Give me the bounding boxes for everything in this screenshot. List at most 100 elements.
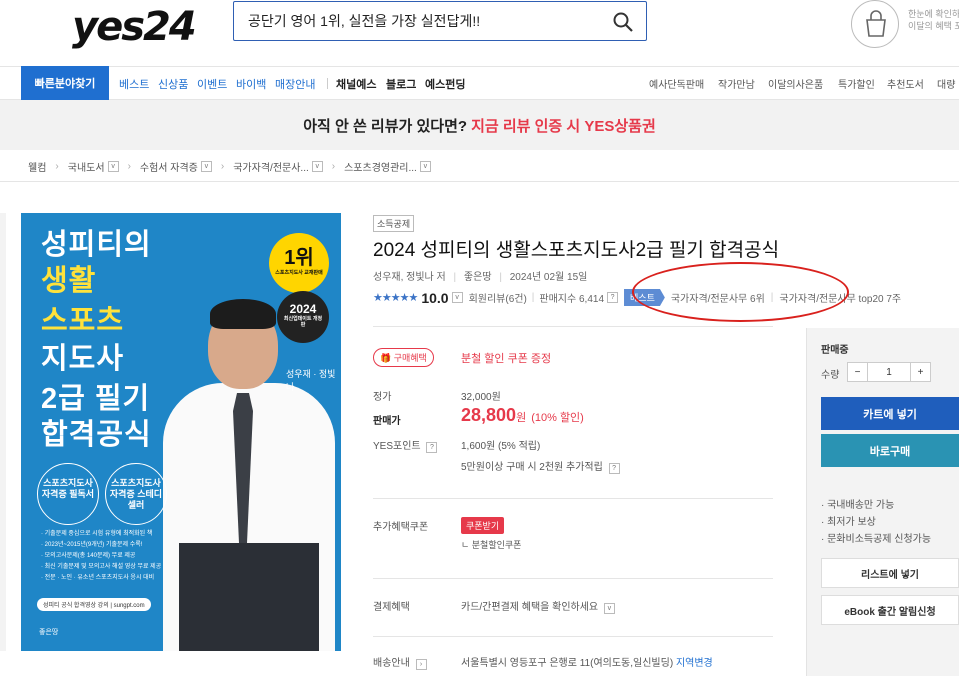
divider bbox=[373, 636, 773, 637]
prev-arrow-area[interactable] bbox=[0, 213, 6, 651]
rating-score: 10.0 bbox=[421, 289, 449, 306]
yes-point-label: YES포인트 ? bbox=[373, 437, 438, 453]
cover-bullets: · 기출문제 중심으로 시험 유형에 최적화된 책 · 2023년~2015년(9… bbox=[41, 531, 162, 581]
info-culture-deduction: · 문화비소득공제 신청가능 bbox=[821, 534, 932, 545]
shipping-label: 배송안내 › bbox=[373, 654, 427, 670]
chevron-right-icon: › bbox=[415, 659, 427, 670]
product-meta: 성우재, 정빛나 저 | 좋은땅 | 2024년 02월 15일 bbox=[373, 272, 588, 283]
cover-title-1: 성피티의 bbox=[41, 229, 152, 261]
yes-point-extra: 5만원이상 구매 시 2천원 추가적립 ? bbox=[461, 458, 620, 474]
nav-bulk[interactable]: 대량 bbox=[937, 76, 955, 91]
payment-benefit-link[interactable]: 카드/간편결제 혜택을 확인하세요 v bbox=[461, 598, 615, 614]
chevron-down-icon[interactable]: v bbox=[451, 292, 463, 303]
cover-circle-2: 스포츠지도사 자격증 스테디셀러 bbox=[105, 463, 167, 525]
quantity-input[interactable]: 1 bbox=[868, 363, 910, 381]
search-input-value: 공단기 영어 1위, 실전을 가장 실전답게!! bbox=[248, 13, 481, 29]
sales-index: 판매지수 6,414 bbox=[539, 294, 605, 305]
breadcrumb-home[interactable]: 웰컴 bbox=[28, 159, 46, 174]
divider bbox=[373, 498, 773, 499]
add-to-cart-button[interactable]: 카트에 넣기 bbox=[821, 397, 959, 430]
divider bbox=[0, 181, 959, 182]
search-icon[interactable] bbox=[612, 11, 634, 33]
list-price-label: 정가 bbox=[373, 392, 392, 403]
nav-exclusive[interactable]: 예사단독판매 bbox=[649, 76, 704, 91]
breadcrumb: 웰컴 › 국내도서 v › 수험서 자격증 v › 국가자격/전문사... v › 스포츠경영… bbox=[28, 155, 431, 177]
chevron-down-icon: v bbox=[107, 160, 119, 172]
buy-now-button[interactable]: 바로구매 bbox=[821, 434, 959, 467]
author-link[interactable]: 성우재, 정빛나 저 bbox=[373, 272, 446, 283]
cover-author: 성우재 · 정빛나 bbox=[286, 369, 336, 392]
help-icon[interactable]: ? bbox=[607, 292, 619, 303]
breadcrumb-exam[interactable]: 수험서 자격증 v bbox=[140, 159, 212, 174]
cover-title-2: 생활 bbox=[41, 265, 97, 297]
annotation-circle bbox=[632, 262, 849, 322]
get-coupon-button[interactable]: 쿠폰받기 bbox=[461, 517, 505, 534]
ebook-alert-button[interactable]: eBook 출간 알림신청 bbox=[821, 595, 959, 625]
yes-point-value: 1,600원 (5% 적립) bbox=[461, 441, 541, 452]
plus-button[interactable]: + bbox=[910, 363, 930, 381]
chevron-down-icon: v bbox=[200, 160, 212, 172]
shopping-bag-icon[interactable] bbox=[851, 0, 899, 48]
divider bbox=[373, 578, 773, 579]
yes24-logo[interactable]: yes24 bbox=[72, 4, 197, 50]
product-title: 2024 성피티의 생활스포츠지도사2급 필기 합격공식 bbox=[373, 240, 780, 261]
cover-title-3: 스포츠 bbox=[41, 305, 125, 337]
nav-divider bbox=[327, 78, 328, 89]
nav-yes-funding[interactable]: 예스펀딩 bbox=[425, 76, 465, 92]
nav-best[interactable]: 베스트 bbox=[119, 76, 149, 92]
nav-recommend[interactable]: 추천도서 bbox=[887, 76, 924, 91]
nav-store[interactable]: 매장안내 bbox=[275, 76, 315, 92]
bag-promo-text: 한눈에 확인하 이달의 혜택 포 bbox=[908, 9, 959, 31]
payment-benefit-label: 결제혜택 bbox=[373, 602, 410, 613]
quick-category-button[interactable]: 빠른분야찾기 bbox=[21, 66, 109, 100]
nav-channel-yes[interactable]: 채널예스 bbox=[336, 76, 376, 92]
nav-buyback[interactable]: 바이백 bbox=[236, 76, 266, 92]
info-domestic-shipping: · 국내배송만 가능 bbox=[821, 500, 895, 511]
cover-title-6: 합격공식 bbox=[41, 419, 152, 451]
benefit-text[interactable]: 분철 할인 쿠폰 증정 bbox=[461, 350, 551, 366]
banner-highlight: 지금 리뷰 인증 시 YES상품권 bbox=[471, 117, 656, 135]
review-promo-banner[interactable]: 아직 안 쓴 리뷰가 있다면? 지금 리뷰 인증 시 YES상품권 bbox=[0, 100, 959, 150]
tax-deduction-tag: 소득공제 bbox=[373, 215, 415, 232]
coupon-label: 추가혜택쿠폰 bbox=[373, 522, 429, 533]
cover-title-5: 2급 필기 bbox=[41, 383, 151, 415]
banner-text: 아직 안 쓴 리뷰가 있다면? bbox=[303, 117, 468, 135]
breadcrumb-domestic[interactable]: 국내도서 v bbox=[68, 159, 119, 174]
search-input[interactable]: 공단기 영어 1위, 실전을 가장 실전답게!! bbox=[233, 1, 647, 41]
coupon-text: ㄴ 분철할인쿠폰 bbox=[461, 540, 522, 550]
shipping-address: 서울특별시 영등포구 은행로 11(여의도동,일신빌딩) 지역변경 bbox=[461, 658, 713, 669]
nav-event[interactable]: 이벤트 bbox=[197, 76, 227, 92]
nav-gift[interactable]: 이달의사은품 bbox=[768, 76, 823, 91]
book-cover-image[interactable]: 성피티의 생활 스포츠 지도사 2급 필기 합격공식 1위 스포츠지도사 교재판… bbox=[21, 213, 341, 651]
list-price-value: 32,000원 bbox=[461, 392, 501, 403]
nav-author-meet[interactable]: 작가만남 bbox=[718, 76, 755, 91]
cover-title-4: 지도사 bbox=[41, 343, 125, 375]
sale-status: 판매중 bbox=[821, 345, 849, 356]
publisher-link[interactable]: 좋은땅 bbox=[464, 272, 492, 283]
cover-rank-badge: 1위 스포츠지도사 교재판매 bbox=[269, 233, 329, 293]
minus-button[interactable]: − bbox=[848, 363, 868, 381]
nav-blog[interactable]: 블로그 bbox=[386, 76, 416, 92]
cover-publisher: 좋은땅 bbox=[39, 629, 59, 636]
quantity-stepper: − 1 + bbox=[847, 362, 931, 382]
nav-new[interactable]: 신상품 bbox=[158, 76, 188, 92]
rating-stars-icon: ★★★★★ bbox=[373, 292, 418, 304]
add-to-wishlist-button[interactable]: 리스트에 넣기 bbox=[821, 558, 959, 588]
publish-date: 2024년 02월 15일 bbox=[509, 272, 588, 283]
sale-price-value: 28,800원 (10% 할인) bbox=[461, 405, 584, 425]
cover-circle-1: 스포츠지도사 자격증 필독서 bbox=[37, 463, 99, 525]
chevron-down-icon: v bbox=[603, 603, 615, 614]
sale-price-label: 판매가 bbox=[373, 416, 401, 427]
breadcrumb-national[interactable]: 국가자격/전문사... v bbox=[233, 159, 323, 174]
review-count-link[interactable]: 회원리뷰(6건) bbox=[469, 290, 527, 305]
help-icon: ? bbox=[608, 463, 620, 474]
divider bbox=[373, 326, 773, 327]
cover-year-badge: 2024 최신업데이트 개정판 bbox=[277, 291, 329, 343]
nav-discount[interactable]: 특가할인 bbox=[838, 76, 875, 91]
chevron-down-icon: v bbox=[311, 160, 323, 172]
quantity-label: 수량 bbox=[821, 370, 840, 381]
breadcrumb-sports[interactable]: 스포츠경영관리... v bbox=[344, 159, 431, 174]
chevron-down-icon: v bbox=[419, 160, 431, 172]
purchase-benefit-tag: 🎁 구매혜택 bbox=[373, 348, 434, 367]
change-region-link[interactable]: 지역변경 bbox=[676, 658, 713, 669]
